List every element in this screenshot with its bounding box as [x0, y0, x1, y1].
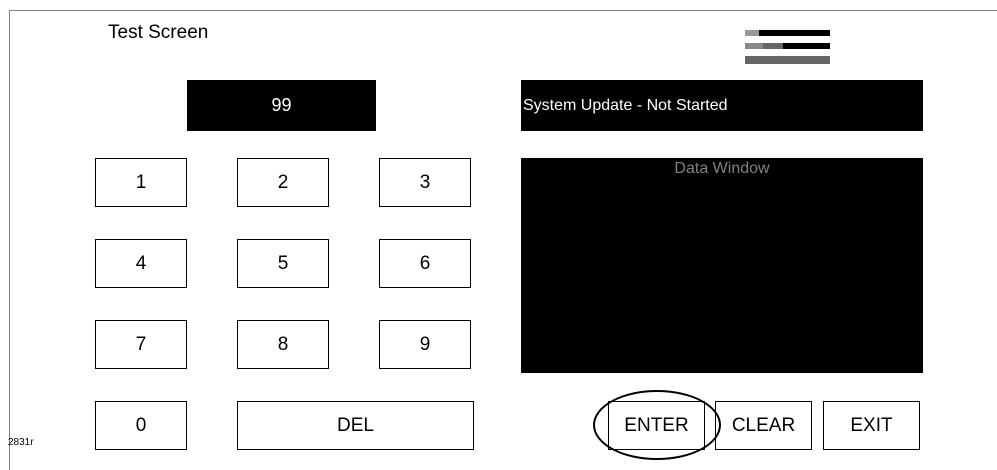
key-6[interactable]: 6 [379, 239, 471, 288]
clear-button[interactable]: CLEAR [715, 401, 812, 450]
key-1[interactable]: 1 [95, 158, 187, 207]
key-3[interactable]: 3 [379, 158, 471, 207]
number-display: 99 [187, 80, 376, 131]
key-8[interactable]: 8 [237, 320, 329, 369]
key-0[interactable]: 0 [95, 401, 187, 450]
key-7[interactable]: 7 [95, 320, 187, 369]
data-window-label: Data Window [674, 160, 770, 177]
exit-button[interactable]: EXIT [823, 401, 920, 450]
key-9[interactable]: 9 [379, 320, 471, 369]
page-title: Test Screen [108, 22, 209, 43]
key-4[interactable]: 4 [95, 239, 187, 288]
enter-button[interactable]: ENTER [608, 401, 705, 450]
key-5[interactable]: 5 [237, 239, 329, 288]
del-button[interactable]: DEL [237, 401, 474, 450]
key-2[interactable]: 2 [237, 158, 329, 207]
status-bar: System Update - Not Started [521, 80, 923, 131]
figure-id: 2831r [8, 437, 34, 448]
data-window: Data Window [521, 158, 923, 373]
logo-icon [745, 30, 830, 64]
